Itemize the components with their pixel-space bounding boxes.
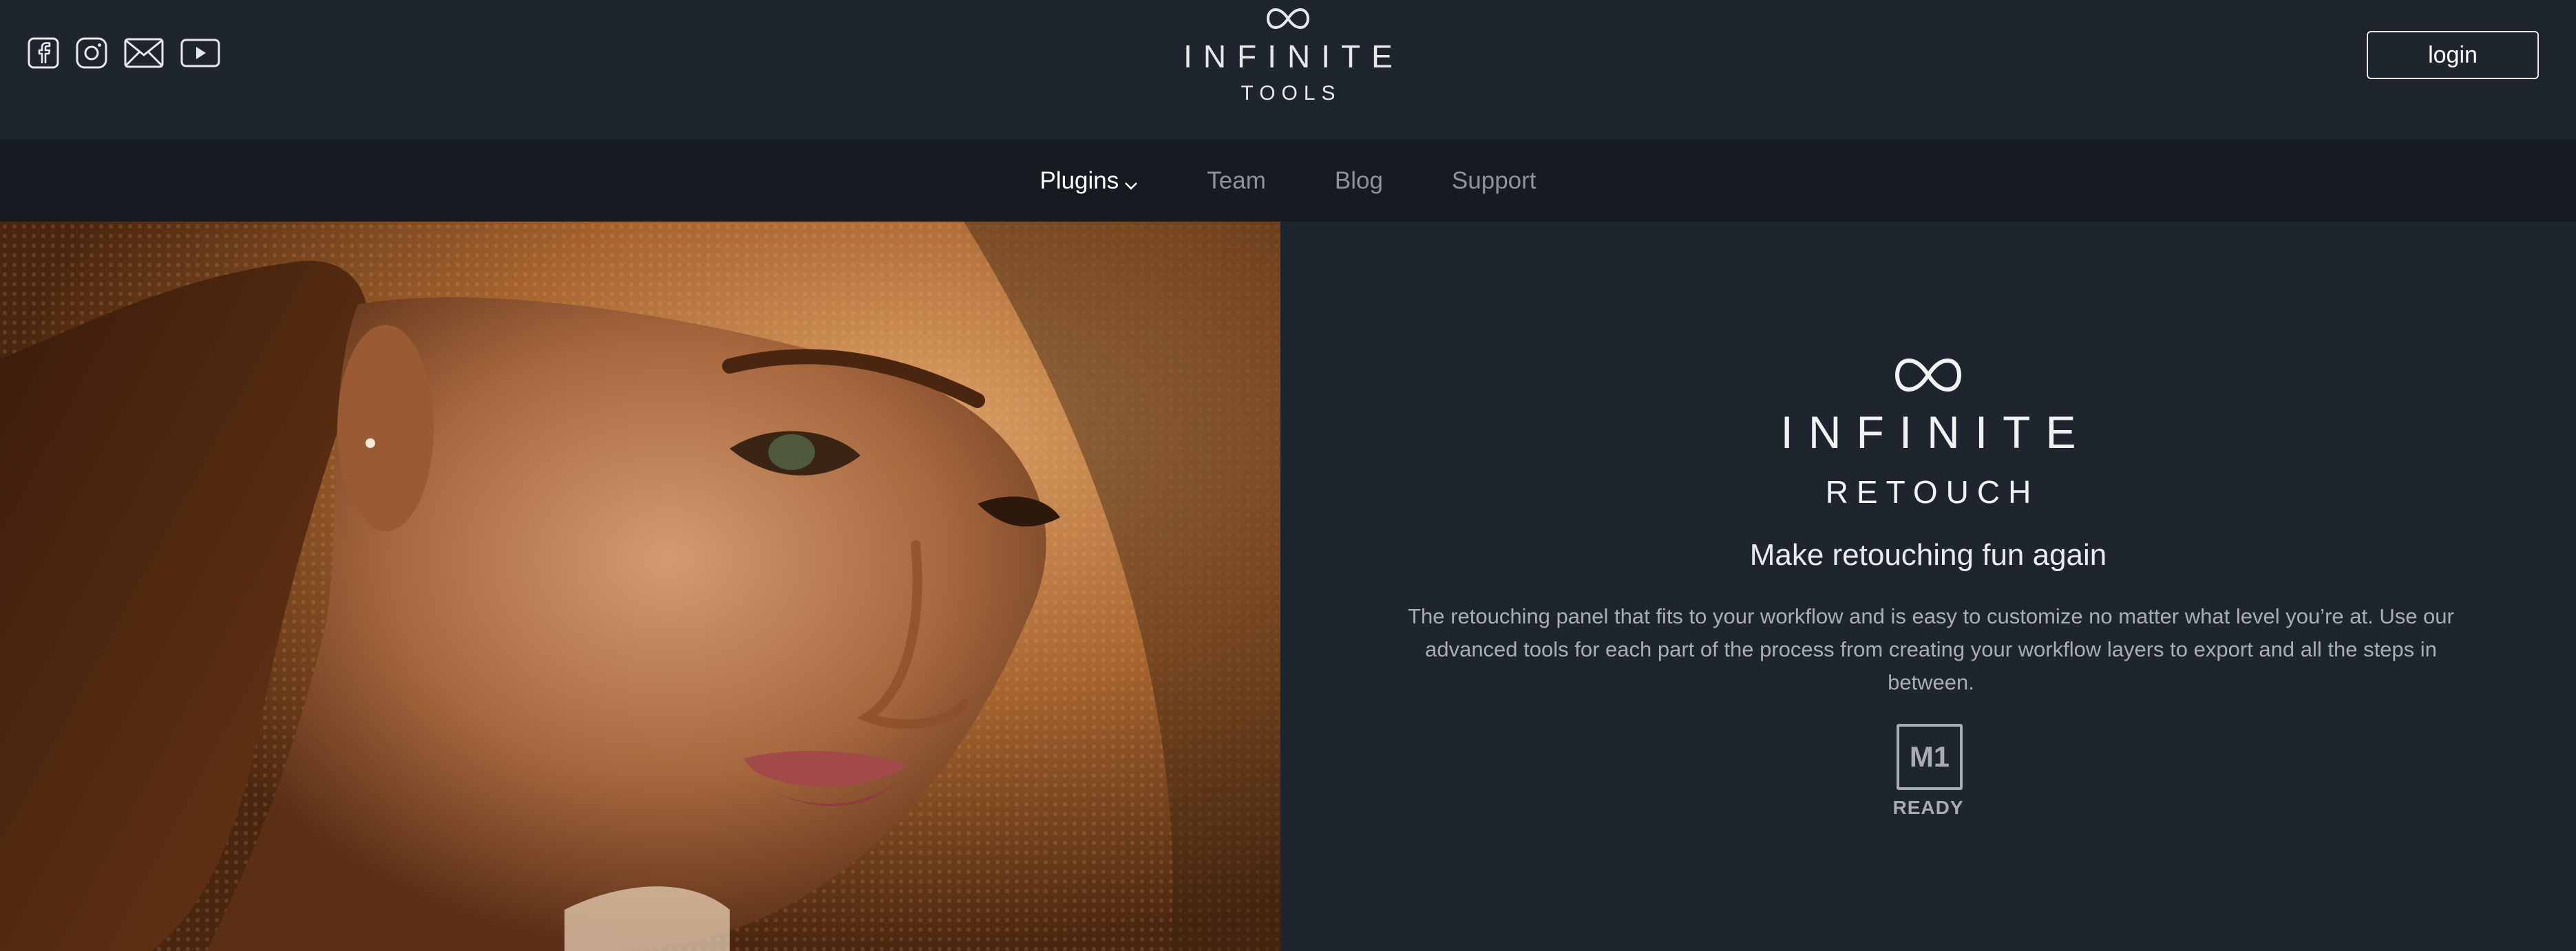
hero-description: The retouching panel that fits to your w… <box>1408 604 2454 694</box>
mail-icon[interactable] <box>124 37 164 72</box>
nav-item-label: Blog <box>1334 167 1383 194</box>
portrait-photo <box>0 222 1280 951</box>
youtube-icon[interactable] <box>180 37 220 72</box>
nav-item-label: Team <box>1207 167 1266 194</box>
chevron-down-icon <box>1124 169 1138 197</box>
login-button[interactable]: login <box>2367 31 2539 79</box>
top-header: INFINITE TOOLS login <box>0 0 2576 140</box>
brand-name: INFINITE <box>1183 39 1404 74</box>
m1-ready-badge: M1 <box>1897 724 1963 790</box>
main-navigation: Plugins Team Blog Support <box>0 140 2576 222</box>
social-links <box>28 37 220 72</box>
nav-item-plugins[interactable]: Plugins <box>1039 165 1138 197</box>
nav-item-team[interactable]: Team <box>1207 167 1266 195</box>
infinity-logo-icon <box>1280 356 2576 397</box>
nav-item-label: Support <box>1451 167 1537 194</box>
brand-subtitle: TOOLS <box>1241 82 1342 105</box>
nav-item-label: Plugins <box>1039 167 1119 194</box>
nav-item-support[interactable]: Support <box>1452 167 1537 195</box>
instagram-icon[interactable] <box>76 37 107 72</box>
product-name: INFINITE <box>1780 407 2091 458</box>
nav-item-blog[interactable]: Blog <box>1335 167 1383 195</box>
product-logo <box>1280 356 2576 397</box>
facebook-icon[interactable] <box>28 37 59 72</box>
product-subtitle: RETOUCH <box>1825 474 2040 510</box>
brand-logo[interactable]: INFINITE TOOLS <box>1150 7 1426 105</box>
hero-content: INFINITE RETOUCH Make retouching fun aga… <box>1280 222 2576 951</box>
badge-label: READY <box>1892 797 1964 818</box>
infinity-logo-icon <box>1150 7 1426 34</box>
hero-tagline: Make retouching fun again <box>1749 538 2107 572</box>
hero-image <box>0 222 1280 951</box>
